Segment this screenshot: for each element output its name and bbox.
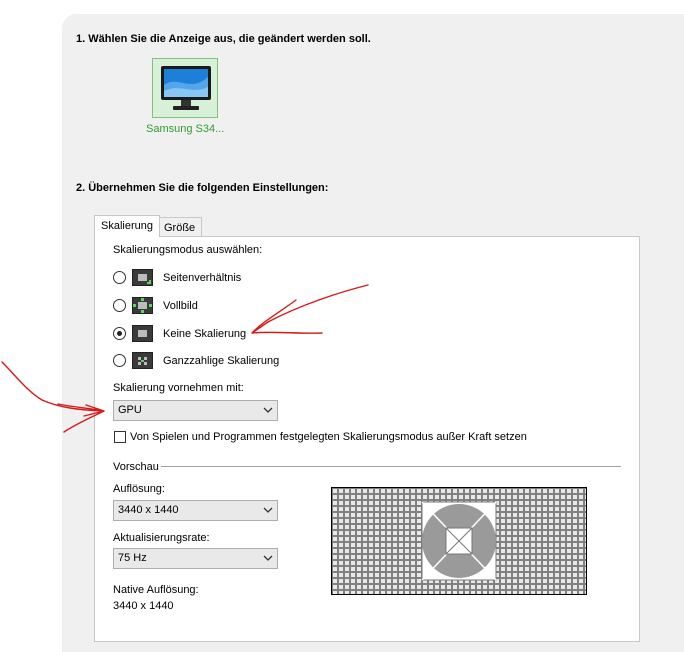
preview-divider [161, 466, 621, 467]
refresh-rate-label: Aktualisierungsrate: [113, 532, 210, 544]
preview-grid-icon [332, 488, 586, 594]
scaling-mode-heading: Skalierungsmodus auswählen: [113, 244, 263, 256]
aspect-ratio-icon [132, 269, 153, 286]
resolution-label: Auflösung: [113, 483, 165, 495]
radio-ganzzahlige-skalierung[interactable] [113, 354, 126, 367]
mode-label-ganzzahlige-skalierung[interactable]: Ganzzahlige Skalierung [163, 355, 279, 367]
radio-seitenverhaeltnis[interactable] [113, 271, 126, 284]
chevron-down-icon [263, 507, 273, 513]
integer-scaling-icon [132, 352, 153, 369]
refresh-rate-select[interactable]: 75 Hz [113, 548, 278, 569]
native-resolution-label: Native Auflösung: [113, 584, 199, 596]
step2-heading: 2. Übernehmen Sie die folgenden Einstell… [76, 182, 329, 194]
scaling-preview [331, 487, 587, 595]
chevron-down-icon [263, 555, 273, 561]
refresh-rate-value: 75 Hz [118, 552, 147, 564]
perform-scaling-select[interactable]: GPU [113, 400, 278, 421]
mode-label-seitenverhaeltnis[interactable]: Seitenverhältnis [163, 272, 241, 284]
display-name[interactable]: Samsung S34... [146, 123, 224, 135]
radio-keine-skalierung[interactable] [113, 327, 126, 340]
resolution-value: 3440 x 1440 [118, 504, 179, 516]
monitor-icon [161, 66, 211, 110]
chevron-down-icon [263, 407, 273, 413]
resolution-select[interactable]: 3440 x 1440 [113, 500, 278, 521]
mode-label-vollbild[interactable]: Vollbild [163, 300, 198, 312]
preview-heading: Vorschau [113, 461, 159, 473]
step1-heading: 1. Wählen Sie die Anzeige aus, die geänd… [76, 33, 371, 45]
override-label[interactable]: Von Spielen und Programmen festgelegten … [130, 431, 527, 443]
fullscreen-icon [132, 297, 153, 314]
override-checkbox[interactable] [114, 431, 126, 443]
perform-scaling-label: Skalierung vornehmen mit: [113, 382, 244, 394]
display-tile[interactable] [152, 58, 218, 118]
mode-label-keine-skalierung[interactable]: Keine Skalierung [163, 328, 246, 340]
tab-groesse[interactable]: Größe [157, 217, 203, 236]
native-resolution-value: 3440 x 1440 [113, 600, 174, 612]
no-scaling-icon [132, 325, 153, 342]
radio-vollbild[interactable] [113, 299, 126, 312]
tab-skalierung[interactable]: Skalierung [94, 215, 160, 237]
perform-scaling-value: GPU [118, 404, 142, 416]
